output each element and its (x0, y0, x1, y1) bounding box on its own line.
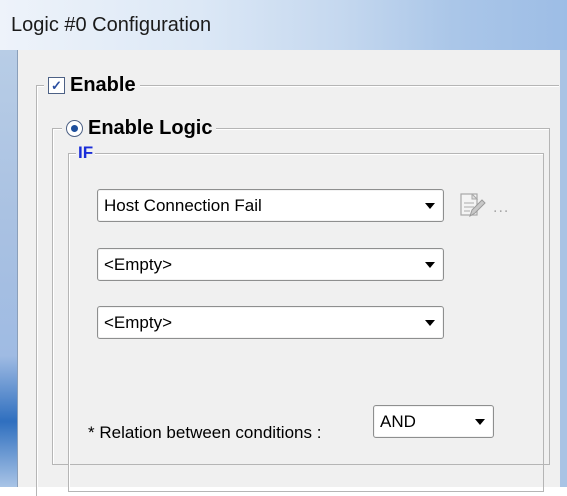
enable-checkbox-row[interactable]: ✓ Enable (44, 74, 140, 97)
condition-3-dropdown[interactable]: <Empty> (97, 306, 444, 339)
condition-1-value: Host Connection Fail (104, 195, 262, 215)
relation-value: AND (380, 411, 416, 431)
window-frame-left (0, 50, 17, 487)
edit-document-icon[interactable] (456, 191, 486, 221)
enable-logic-radio-row[interactable]: Enable Logic (62, 117, 217, 140)
condition-2-dropdown[interactable]: <Empty> (97, 248, 444, 281)
relation-label: * Relation between conditions : (88, 423, 322, 442)
chevron-down-icon (425, 319, 435, 326)
window-title: Logic #0 Configuration (11, 14, 212, 36)
relation-dropdown[interactable]: AND (373, 405, 494, 438)
enable-logic-label: Enable Logic (88, 117, 213, 139)
chevron-down-icon (475, 418, 485, 425)
more-button[interactable]: ... (493, 199, 509, 217)
enable-logic-radio[interactable] (66, 120, 83, 137)
chevron-down-icon (425, 261, 435, 268)
condition-2-value: <Empty> (104, 254, 173, 274)
window-frame-right (559, 50, 567, 487)
condition-3-value: <Empty> (104, 312, 173, 332)
enable-checkbox[interactable]: ✓ (48, 77, 65, 94)
chevron-down-icon (425, 202, 435, 209)
enable-label: Enable (70, 74, 136, 96)
title-bar: Logic #0 Configuration (0, 0, 567, 50)
condition-1-dropdown[interactable]: Host Connection Fail (97, 189, 444, 222)
if-label: IF (76, 143, 96, 163)
